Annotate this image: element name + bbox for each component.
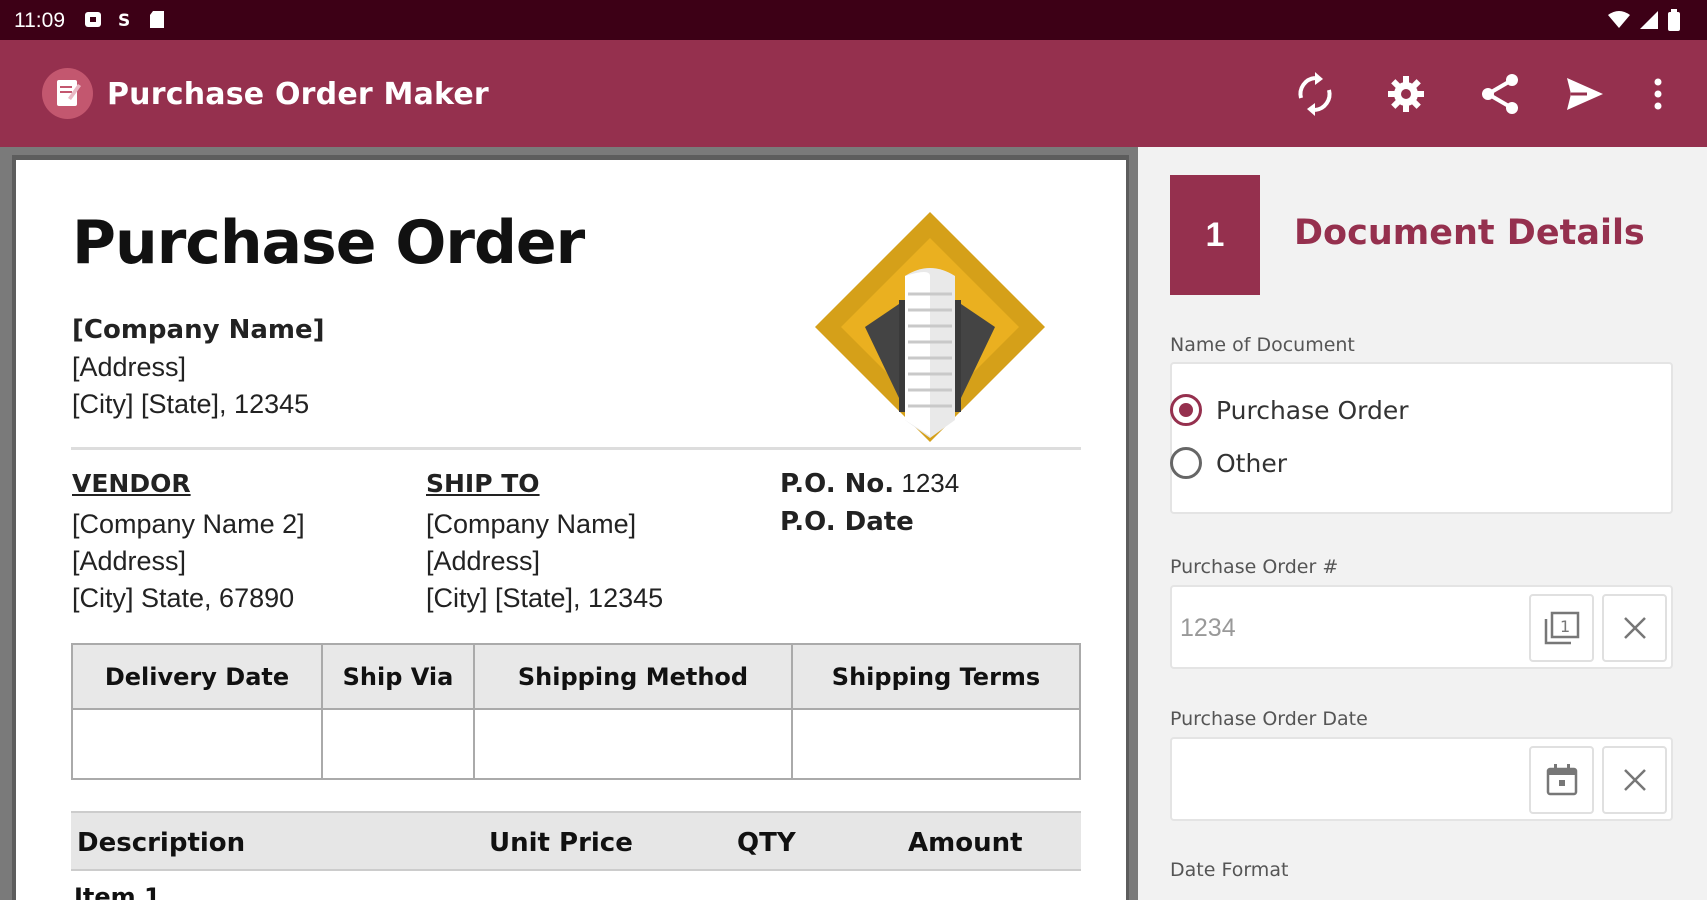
notification-icons: S [84,10,166,31]
sync-icon [1298,72,1332,116]
date-format-label: Date Format [1170,859,1289,881]
shipping-header-ship-via: Ship Via [321,643,475,710]
shipping-header-shipping-method: Shipping Method [473,643,793,710]
step-number-badge: 1 [1170,175,1260,295]
radio-other[interactable]: Other [1170,447,1287,479]
sd-card-icon [148,10,166,29]
date-picker-button[interactable] [1529,746,1594,814]
app-logo-icon [42,68,93,119]
radio-purchase-order[interactable]: Purchase Order [1170,394,1409,426]
company-address: [Address] [72,352,187,382]
send-icon [1567,78,1603,110]
vendor-heading: VENDOR [72,469,191,498]
system-icons [1607,9,1681,36]
items-header-unit-price: Unit Price [489,828,633,858]
auto-number-button[interactable]: 1 [1529,594,1594,662]
close-icon [1623,769,1646,791]
ship-to-name: [Company Name] [426,509,637,539]
share-icon [1482,74,1518,114]
ship-to-city: [City] [State], 12345 [426,583,664,613]
shipping-header-delivery-date: Delivery Date [71,643,323,710]
items-header-amount: Amount [908,828,1023,858]
settings-gear-icon [1388,76,1424,112]
table-cell [71,708,323,780]
po-date-input[interactable] [1180,759,1520,801]
po-date-card [1170,737,1673,821]
app-title: Purchase Order Maker [107,77,489,112]
name-of-document-card [1170,362,1673,514]
table-cell [791,708,1081,780]
po-number-value: 1234 [901,468,960,498]
share-button[interactable] [1472,66,1528,122]
table-cell [473,708,793,780]
table-row [71,708,1081,780]
square-notification-icon [84,10,102,29]
battery-icon [1667,9,1681,36]
table-cell [321,708,475,780]
document-title: Purchase Order [72,208,585,278]
po-number-label: P.O. No. [780,469,895,499]
clear-po-date-button[interactable] [1602,746,1667,814]
step-title: Document Details [1294,213,1645,253]
vendor-name: [Company Name 2] [72,509,305,539]
ship-to-block: SHIP TO [Company Name] [Address] [City] … [426,465,663,617]
radio-other-label: Other [1216,448,1287,478]
vendor-address: [Address] [72,546,187,576]
radio-unchecked-icon[interactable] [1170,447,1202,479]
cell-signal-icon [1639,10,1659,35]
radio-purchase-order-label: Purchase Order [1216,395,1409,425]
app-bar: Purchase Order Maker [0,40,1707,147]
close-icon [1623,617,1646,639]
vendor-block: VENDOR [Company Name 2] [Address] [City]… [72,465,305,617]
divider [71,447,1081,450]
svg-text:S: S [118,11,130,29]
more-options-button[interactable] [1630,66,1686,122]
name-of-document-label: Name of Document [1170,334,1355,356]
po-date-field-label: Purchase Order Date [1170,708,1368,730]
status-bar: 11:09 S [0,0,1707,40]
radio-checked-icon[interactable] [1170,394,1202,426]
svg-text:1: 1 [1560,617,1570,636]
clear-po-number-button[interactable] [1602,594,1667,662]
po-date-label: P.O. Date [780,507,914,537]
items-header-qty: QTY [737,828,796,858]
po-number-field-label: Purchase Order # [1170,556,1339,578]
settings-button[interactable] [1378,66,1434,122]
company-city: [City] [State], 12345 [72,389,310,419]
wifi-icon [1607,10,1631,35]
shipping-table: Delivery Date Ship Via Shipping Method S… [71,643,1081,780]
numbering-icon: 1 [1544,611,1579,645]
po-number-card: 1 [1170,585,1673,669]
items-table-header: Description Unit Price QTY Amount [71,811,1081,871]
sync-button[interactable] [1287,66,1343,122]
shipping-header-shipping-terms: Shipping Terms [791,643,1081,710]
vendor-city: [City] State, 67890 [72,583,295,613]
company-name: [Company Name] [72,315,325,345]
status-time: 11:09 [14,9,65,32]
ship-to-address: [Address] [426,546,541,576]
send-button[interactable] [1557,66,1613,122]
calendar-icon [1546,764,1577,796]
po-info-block: P.O. No. 1234 P.O. Date [780,465,959,541]
document-details-panel: 1 Document Details Name of Document Purc… [1138,147,1707,900]
document-preview[interactable]: Purchase Order [Company Name] [Address] … [16,160,1126,900]
items-header-description: Description [77,828,246,858]
s-notification-icon: S [116,10,134,31]
po-number-input[interactable] [1180,607,1520,649]
company-logo-icon [815,212,1045,442]
company-block: [Company Name] [Address] [City] [State],… [72,312,325,423]
item-row-description: Item 1 [74,883,161,900]
more-vert-icon [1654,78,1662,110]
ship-to-heading: SHIP TO [426,469,540,498]
